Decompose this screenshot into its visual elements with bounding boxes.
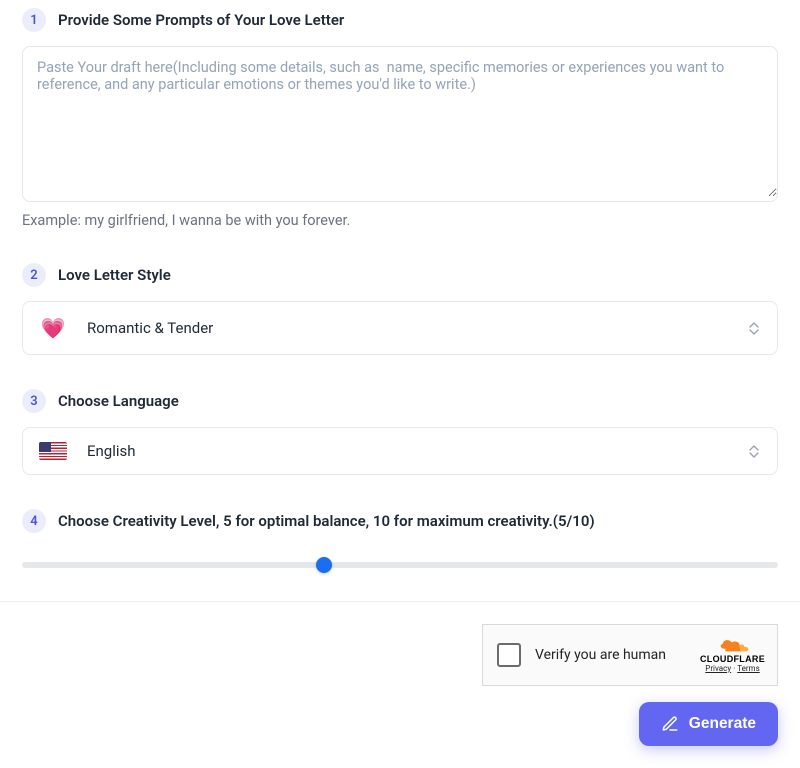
captcha-brand: CLOUDFLARE Privacy·Terms bbox=[700, 637, 765, 674]
step-3: 3 Choose Language English bbox=[22, 389, 778, 475]
style-select[interactable]: 💗 Romantic & Tender bbox=[22, 301, 778, 355]
generate-button[interactable]: Generate bbox=[639, 702, 778, 746]
step-4-title: Choose Creativity Level, 5 for optimal b… bbox=[58, 512, 595, 530]
step-2: 2 Love Letter Style 💗 Romantic & Tender bbox=[22, 263, 778, 355]
step-3-header: 3 Choose Language bbox=[22, 389, 778, 413]
cloudflare-icon bbox=[714, 637, 752, 653]
step-2-number-badge: 2 bbox=[22, 263, 46, 287]
style-select-value: Romantic & Tender bbox=[87, 319, 213, 337]
prompt-example-text: Example: my girlfriend, I wanna be with … bbox=[22, 212, 778, 229]
step-4-number-badge: 4 bbox=[22, 509, 46, 533]
step-2-title: Love Letter Style bbox=[58, 266, 171, 284]
step-1: 1 Provide Some Prompts of Your Love Lett… bbox=[22, 8, 778, 229]
step-2-header: 2 Love Letter Style bbox=[22, 263, 778, 287]
heart-icon: 💗 bbox=[39, 316, 67, 340]
chevron-updown-icon bbox=[747, 321, 761, 335]
language-select[interactable]: English bbox=[22, 427, 778, 475]
captcha-text: Verify you are human bbox=[535, 647, 666, 663]
creativity-slider[interactable] bbox=[22, 555, 778, 575]
prompt-textarea[interactable] bbox=[23, 47, 777, 197]
generate-button-label: Generate bbox=[689, 715, 756, 733]
edit-icon bbox=[661, 715, 679, 733]
step-1-number-badge: 1 bbox=[22, 8, 46, 32]
slider-thumb[interactable] bbox=[316, 557, 332, 573]
captcha-privacy-link[interactable]: Privacy bbox=[705, 664, 731, 673]
step-4: 4 Choose Creativity Level, 5 for optimal… bbox=[22, 509, 778, 575]
step-3-number-badge: 3 bbox=[22, 389, 46, 413]
language-select-value: English bbox=[87, 442, 136, 460]
step-3-title: Choose Language bbox=[58, 392, 179, 410]
captcha-widget[interactable]: Verify you are human CLOUDFLARE Privacy·… bbox=[482, 624, 778, 686]
us-flag-icon bbox=[39, 442, 67, 460]
chevron-updown-icon bbox=[747, 444, 761, 458]
step-4-header: 4 Choose Creativity Level, 5 for optimal… bbox=[22, 509, 778, 533]
footer: Verify you are human CLOUDFLARE Privacy·… bbox=[0, 602, 800, 768]
prompt-textarea-container bbox=[22, 46, 778, 202]
slider-track bbox=[22, 562, 778, 568]
captcha-terms-link[interactable]: Terms bbox=[737, 664, 759, 673]
step-1-title: Provide Some Prompts of Your Love Letter bbox=[58, 11, 344, 29]
captcha-checkbox[interactable] bbox=[497, 643, 521, 667]
step-1-header: 1 Provide Some Prompts of Your Love Lett… bbox=[22, 8, 778, 32]
